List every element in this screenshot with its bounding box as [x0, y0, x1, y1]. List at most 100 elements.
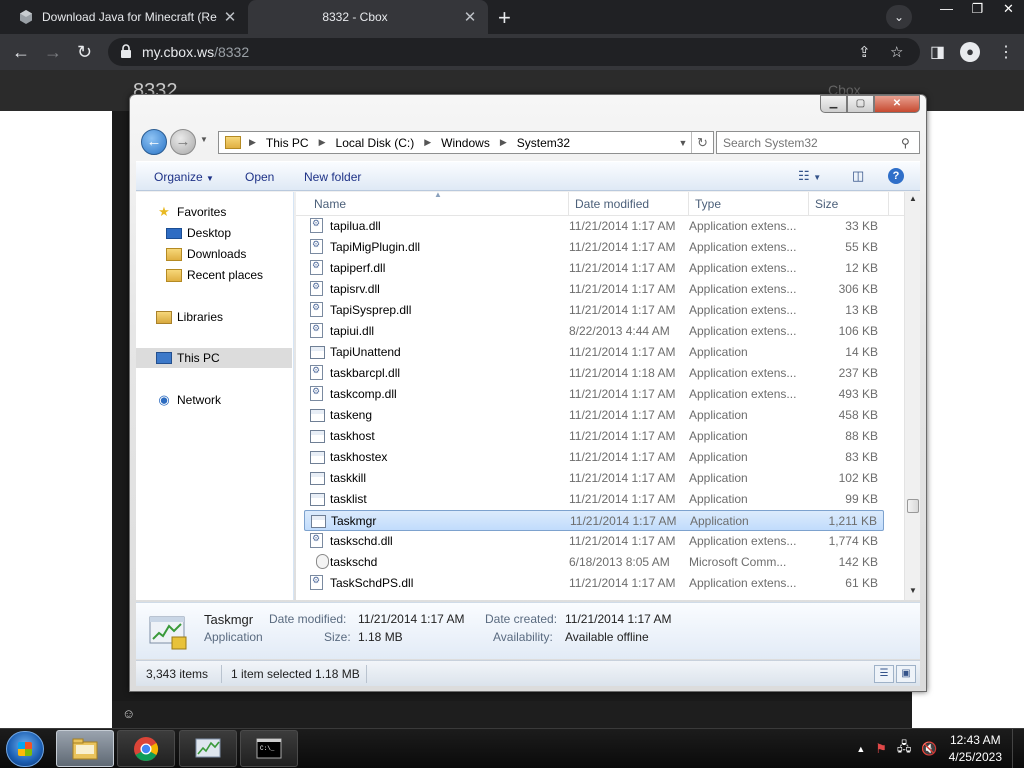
close-tab-icon[interactable]: ✕ — [462, 8, 478, 26]
recent-locations-chevron-icon[interactable]: ▼ — [200, 135, 208, 144]
file-row[interactable]: TaskSchdPS.dll 11/21/2014 1:17 AM Applicat… — [304, 573, 884, 594]
column-divider[interactable] — [688, 192, 689, 216]
file-row[interactable]: taskhostex 11/21/2014 1:17 AM Application 8… — [304, 447, 884, 468]
nav-favorites[interactable]: ★ Favorites — [156, 202, 226, 222]
nav-libraries[interactable]: Libraries — [156, 307, 223, 327]
forward-arrow-icon[interactable]: → — [44, 42, 62, 63]
new-folder-button[interactable]: New folder — [304, 170, 361, 184]
new-tab-button[interactable]: + — [498, 5, 511, 31]
nav-downloads[interactable]: Downloads — [166, 244, 246, 264]
column-divider[interactable] — [888, 192, 889, 216]
open-button[interactable]: Open — [245, 170, 274, 184]
search-box[interactable]: ⚲ — [716, 131, 920, 154]
breadcrumb-separator-icon[interactable]: ▶ — [496, 137, 511, 148]
tab-search-chevron-icon[interactable]: ⌄ — [886, 5, 912, 29]
taskbar-clock[interactable]: 12:43 AM 4/25/2023 — [949, 732, 1002, 766]
file-row[interactable]: taskbarcpl.dll 11/21/2014 1:18 AM Applicat… — [304, 363, 884, 384]
show-desktop-button[interactable] — [1012, 729, 1024, 768]
forward-button[interactable]: → — [170, 129, 196, 155]
windows-taskbar: C:\_ ▲ ⚑ 🖧 🔇 12:43 AM 4/25/2023 — [0, 728, 1024, 768]
close-icon[interactable]: ✕ — [993, 0, 1024, 18]
minimize-icon[interactable]: — — [931, 0, 962, 18]
breadcrumb-windows[interactable]: Windows — [435, 136, 496, 150]
taskbar-command-prompt[interactable]: C:\_ — [240, 730, 298, 767]
column-divider[interactable] — [808, 192, 809, 216]
taskbar-file-explorer[interactable] — [56, 730, 114, 767]
file-size: 88 KB — [845, 429, 878, 443]
close-button[interactable]: ✕ — [874, 95, 920, 113]
reload-icon[interactable]: ↻ — [77, 42, 92, 63]
search-input[interactable] — [717, 135, 901, 150]
close-tab-icon[interactable]: ✕ — [222, 8, 238, 26]
file-row[interactable]: taskeng 11/21/2014 1:17 AM Application 458 … — [304, 405, 884, 426]
file-row[interactable]: taskschd 6/18/2013 8:05 AM Microsoft Comm.… — [304, 552, 884, 573]
file-row[interactable]: TapiMigPlugin.dll 11/21/2014 1:17 AM Appli… — [304, 237, 884, 258]
scroll-up-arrow-icon[interactable]: ▲ — [905, 194, 921, 203]
bookmark-star-icon[interactable]: ☆ — [890, 43, 903, 61]
back-arrow-icon[interactable]: ← — [12, 42, 30, 63]
back-button[interactable]: ← — [141, 129, 167, 155]
restore-icon[interactable]: ❐ — [962, 0, 993, 18]
address-dropdown-icon[interactable]: ▼ — [675, 138, 691, 148]
start-button[interactable] — [6, 731, 44, 767]
organize-button[interactable]: Organize ▼ — [154, 170, 214, 184]
tab-cbox[interactable]: 8332 - Cbox ✕ — [248, 0, 488, 34]
taskbar-chrome[interactable] — [117, 730, 175, 767]
file-row[interactable]: taskkill 11/21/2014 1:17 AM Application 102… — [304, 468, 884, 489]
network-status-icon[interactable]: 🖧 — [897, 738, 912, 760]
breadcrumb-this-pc[interactable]: This PC — [260, 136, 315, 150]
nav-this-pc[interactable]: This PC — [136, 348, 292, 368]
breadcrumb-separator-icon[interactable]: ▶ — [315, 137, 330, 148]
show-hidden-icons-arrow[interactable]: ▲ — [856, 744, 865, 754]
file-row[interactable]: taskschd.dll 11/21/2014 1:17 AM Applicatio… — [304, 531, 884, 552]
column-header-type[interactable]: Type — [695, 197, 721, 211]
scroll-down-arrow-icon[interactable]: ▼ — [905, 586, 921, 595]
smiley-icon[interactable]: ☺ — [122, 706, 135, 721]
more-menu-icon[interactable]: ⋮ — [998, 42, 1014, 62]
file-row[interactable]: tasklist 11/21/2014 1:17 AM Application 99 … — [304, 489, 884, 510]
details-view-icon[interactable]: ☰ — [874, 665, 894, 683]
nav-network[interactable]: ◉ Network — [156, 390, 221, 410]
breadcrumb-local-disk[interactable]: Local Disk (C:) — [330, 136, 421, 150]
breadcrumb-system32[interactable]: System32 — [511, 136, 576, 150]
change-view-icon[interactable]: ☷ ▼ — [798, 168, 821, 184]
breadcrumb-separator-icon[interactable]: ▶ — [245, 137, 260, 148]
nav-desktop[interactable]: Desktop — [166, 223, 231, 243]
large-icons-view-icon[interactable]: ▣ — [896, 665, 916, 683]
column-header-date[interactable]: Date modified — [575, 197, 649, 211]
profile-avatar-icon[interactable]: ● — [960, 42, 980, 62]
chrome-icon — [134, 736, 159, 761]
file-row[interactable]: TapiUnattend 11/21/2014 1:17 AM Applicatio… — [304, 342, 884, 363]
details-file-kind: Application — [204, 630, 263, 644]
taskbar-task-manager[interactable] — [179, 730, 237, 767]
file-row[interactable]: taskcomp.dll 11/21/2014 1:17 AM Applicatio… — [304, 384, 884, 405]
breadcrumb-separator-icon[interactable]: ▶ — [420, 137, 435, 148]
file-row[interactable]: tapiui.dll 8/22/2013 4:44 AM Application e… — [304, 321, 884, 342]
file-row[interactable]: Taskmgr 11/21/2014 1:17 AM Application 1,21… — [304, 510, 884, 531]
file-row[interactable]: tapilua.dll 11/21/2014 1:17 AM Application… — [304, 216, 884, 237]
help-icon[interactable]: ? — [888, 168, 904, 184]
status-divider — [366, 665, 367, 683]
share-icon[interactable]: ⇪ — [858, 43, 871, 61]
scroll-thumb[interactable] — [907, 499, 919, 513]
volume-muted-icon[interactable]: 🔇 — [921, 741, 937, 757]
search-icon[interactable]: ⚲ — [901, 136, 919, 150]
refresh-icon[interactable]: ↻ — [691, 132, 713, 153]
maximize-button[interactable]: ▢ — [847, 95, 874, 113]
address-bar[interactable]: my.cbox.ws/8332 ⇪ ☆ — [108, 38, 920, 66]
vertical-scrollbar[interactable]: ▲ ▼ — [904, 192, 920, 600]
preview-pane-icon[interactable]: ◫ — [852, 168, 864, 184]
file-row[interactable]: taskhost 11/21/2014 1:17 AM Application 88 … — [304, 426, 884, 447]
nav-recent-places[interactable]: Recent places — [166, 265, 263, 285]
column-divider[interactable] — [568, 192, 569, 216]
side-panel-icon[interactable]: ◨ — [930, 42, 945, 62]
column-header-name[interactable]: Name — [314, 197, 346, 211]
minimize-button[interactable]: ▁ — [820, 95, 847, 113]
file-row[interactable]: tapisrv.dll 11/21/2014 1:17 AM Application… — [304, 279, 884, 300]
column-header-size[interactable]: Size — [815, 197, 838, 211]
action-center-flag-icon[interactable]: ⚑ — [875, 741, 887, 757]
tab-download-java[interactable]: Download Java for Minecraft (Re ✕ — [0, 0, 248, 34]
file-row[interactable]: tapiperf.dll 11/21/2014 1:17 AM Applicatio… — [304, 258, 884, 279]
file-row[interactable]: TapiSysprep.dll 11/21/2014 1:17 AM Applica… — [304, 300, 884, 321]
explorer-address-bar[interactable]: ▶ This PC ▶ Local Disk (C:) ▶ Windows ▶ … — [218, 131, 714, 154]
